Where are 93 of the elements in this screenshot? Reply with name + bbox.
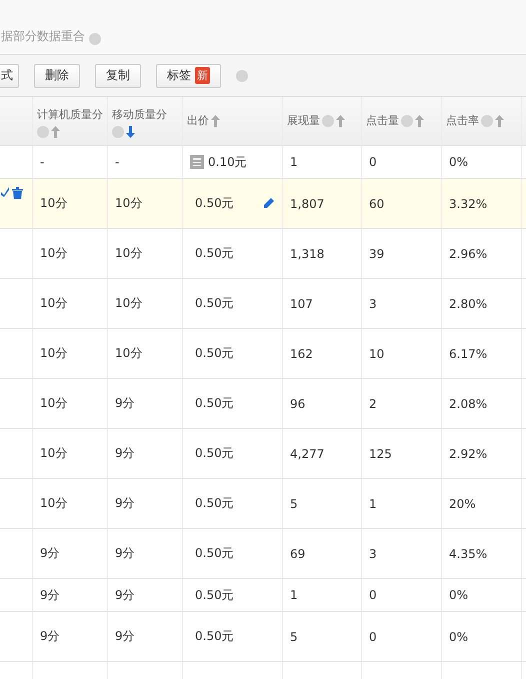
- table-cell: 0.50元: [195, 395, 234, 412]
- table-cell: 10分: [40, 495, 68, 512]
- table-cell: 4.35%: [449, 546, 488, 560]
- sort-up-icon[interactable]: [415, 115, 424, 127]
- table-cell: 4,277: [290, 446, 324, 460]
- sort-up-icon[interactable]: [336, 115, 345, 127]
- new-badge: 新: [195, 67, 210, 84]
- help-icon[interactable]: [37, 126, 49, 138]
- table-cell: 10分: [115, 295, 142, 312]
- table-cell: 1,807: [290, 196, 324, 210]
- table-cell: 10分: [40, 345, 68, 362]
- table-cell: 9分: [115, 395, 135, 412]
- table-cell: 1: [290, 155, 298, 169]
- table-cell: -: [115, 155, 120, 169]
- table-cell: 0%: [449, 630, 468, 644]
- table-cell: 0.50元: [195, 545, 234, 562]
- table-cell: 0.50元: [195, 295, 234, 312]
- table-cell: 9分: [115, 545, 135, 562]
- table-cell: 2: [369, 396, 377, 410]
- help-icon[interactable]: [236, 70, 248, 82]
- table-cell: 1,318: [290, 246, 324, 260]
- table-cell: 60: [369, 196, 384, 210]
- column-header: 点击率: [446, 113, 479, 129]
- table-cell: 107: [290, 296, 313, 310]
- column-header: 点击量: [366, 113, 399, 129]
- table-cell: 0%: [449, 588, 468, 602]
- table-cell: 20%: [449, 496, 476, 510]
- table-cell: 10分: [40, 445, 68, 462]
- table-cell: 10分: [115, 245, 142, 262]
- table-cell: 0.50元: [195, 628, 234, 645]
- help-icon[interactable]: [481, 115, 493, 127]
- table-cell: 0: [369, 588, 377, 602]
- table-cell: -: [40, 155, 44, 169]
- table-cell: 9分: [115, 445, 135, 462]
- table-cell: 5: [290, 496, 298, 510]
- notice-text: 据部分数据重合: [1, 28, 85, 45]
- table-cell: 1: [290, 588, 298, 602]
- column-header: 计算机质量分: [37, 107, 103, 123]
- table-cell: 10分: [40, 245, 68, 262]
- table-cell: 10分: [115, 195, 142, 212]
- table-cell: 9分: [115, 586, 135, 604]
- table-cell: 3: [369, 296, 377, 310]
- table-cell: 0.50元: [195, 445, 234, 462]
- help-icon[interactable]: [89, 33, 101, 45]
- table-cell: 10分: [40, 395, 68, 412]
- sort-up-icon[interactable]: [51, 126, 60, 138]
- trash-icon[interactable]: [12, 187, 23, 199]
- toolbar-button[interactable]: 式: [0, 64, 19, 88]
- check-icon[interactable]: [1, 187, 9, 197]
- sort-down-icon[interactable]: [126, 126, 135, 138]
- sort-up-icon[interactable]: [495, 115, 504, 127]
- table-cell: 9分: [40, 586, 60, 604]
- table-cell: 0.50元: [195, 586, 234, 604]
- table-cell: 3: [369, 546, 377, 560]
- table-cell: 6.17%: [449, 346, 488, 360]
- table-cell: 0: [369, 630, 377, 644]
- table-cell: 0%: [449, 155, 468, 169]
- table-cell: 9分: [115, 495, 135, 512]
- toolbar-button[interactable]: 标签 新: [156, 64, 221, 88]
- table-cell: 10分: [40, 195, 68, 212]
- table-cell: 10分: [40, 295, 68, 312]
- table-cell: 69: [290, 546, 306, 560]
- help-icon[interactable]: [322, 115, 334, 127]
- sort-up-icon[interactable]: [211, 115, 220, 127]
- table-cell: 2.08%: [449, 396, 488, 410]
- table-cell: 3.32%: [449, 196, 488, 210]
- table-cell: 0.50元: [195, 195, 234, 212]
- column-header: 移动质量分: [112, 107, 167, 123]
- table-cell: 10分: [115, 345, 142, 362]
- table-cell: 10: [369, 346, 384, 360]
- help-icon[interactable]: [401, 115, 413, 127]
- table-cell: 39: [369, 246, 384, 260]
- table-cell: 2.96%: [449, 246, 488, 260]
- table-cell: 9分: [115, 628, 135, 645]
- table-cell: 125: [369, 446, 392, 460]
- edit-icon[interactable]: [262, 197, 275, 210]
- table-cell: 9分: [40, 545, 60, 562]
- table-cell: 5: [290, 630, 298, 644]
- column-header: 展现量: [287, 113, 320, 129]
- table-cell: 0.10元: [208, 154, 247, 170]
- table-cell: 0.50元: [195, 495, 234, 512]
- table-cell: 1: [369, 496, 377, 510]
- table-cell: 0.50元: [195, 345, 234, 362]
- toolbar-button[interactable]: 复制: [95, 64, 141, 88]
- table-cell: 2.92%: [449, 446, 488, 460]
- table-cell: 96: [290, 396, 306, 410]
- table-cell: 2.80%: [449, 296, 488, 310]
- table-cell: 0: [369, 155, 377, 169]
- toolbar-button[interactable]: 删除: [34, 64, 80, 88]
- table-cell: 162: [290, 346, 313, 360]
- table-cell: 9分: [40, 628, 60, 645]
- table-cell: 0.50元: [195, 245, 234, 262]
- column-header: 出价: [187, 113, 209, 129]
